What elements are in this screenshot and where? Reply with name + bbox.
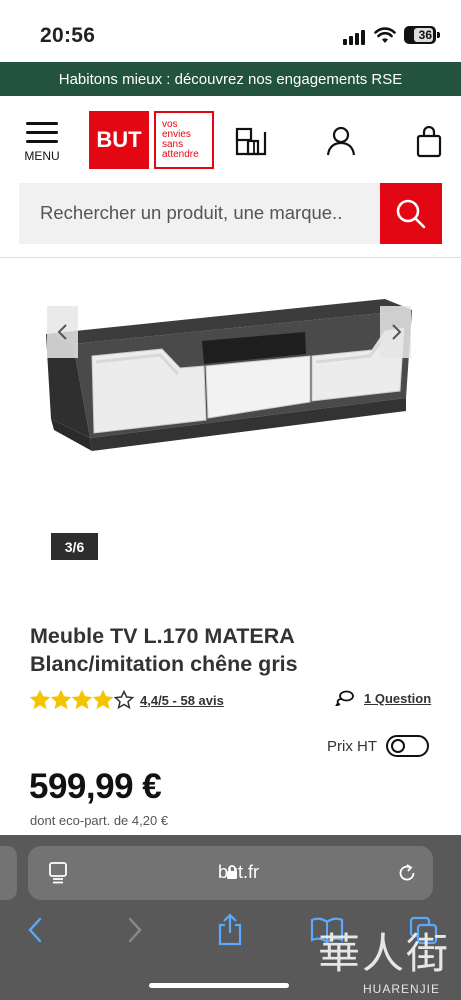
star-filled-icon [30,690,50,710]
rating-stars [30,690,134,710]
questions-link[interactable]: 1 Question [335,690,431,706]
address-bar[interactable]: but.fr [28,846,433,900]
wifi-icon [374,27,396,49]
watermark-en: HUARENJIE [363,982,441,996]
account-icon[interactable] [326,126,356,161]
search-icon[interactable] [395,198,427,230]
prix-ht-toggle[interactable] [386,735,429,757]
gallery-next-button[interactable] [380,306,411,358]
hamburger-icon[interactable] [22,122,62,143]
rse-banner[interactable]: Habitons mieux : découvrez nos engagemen… [0,62,461,96]
previous-tab-preview[interactable] [0,846,17,900]
product-price: 599,99 € [29,767,162,806]
watermark-cn: 華人街 [318,929,451,978]
rse-banner-text[interactable]: Habitons mieux : découvrez nos engagemen… [59,71,403,88]
chevron-right-icon[interactable] [389,322,403,342]
url-domain[interactable]: but.fr [202,862,259,882]
eco-participation: dont eco-part. de 4,20 € [30,813,169,828]
watermark: 華人街 HUARENJIE [318,920,460,1000]
star-filled-icon [51,690,71,710]
search-bar: Rechercher un produit, une marque.. [19,183,442,244]
battery-level: 36 [418,28,432,42]
forward-icon[interactable] [124,916,144,944]
product-title-line2: Blanc/imitation chêne gris [30,652,298,676]
battery-tip [437,32,440,38]
product-rating[interactable]: 4,4/5 - 58 avis [30,690,224,710]
status-bar: 20:56 36 [0,0,461,62]
product-title-line1: Meuble TV L.170 MATERA [30,624,295,648]
prix-ht-toggle-row[interactable]: Prix HT [327,735,429,757]
menu-label[interactable]: MENU [22,149,62,163]
logo-mark[interactable]: BUT [89,111,149,169]
logo-tagline[interactable]: vos envies sans attendre [154,111,214,169]
gallery-prev-button[interactable] [47,306,78,358]
share-icon[interactable] [216,913,244,947]
cellular-signal-icon [343,30,365,45]
question-count[interactable]: 1 Question [364,691,431,706]
cart-icon[interactable] [416,125,442,163]
reload-icon[interactable] [396,862,418,884]
prix-ht-label: Prix HT [327,737,377,755]
home-indicator [149,983,289,988]
tagline-word: attendre [162,149,199,160]
menu-button[interactable]: MENU [22,122,62,163]
star-filled-icon [93,690,113,710]
search-button[interactable] [380,183,442,244]
rating-link[interactable]: 4,4/5 - 58 avis [140,693,224,708]
gallery-counter: 3/6 [51,533,98,560]
store-icon[interactable] [234,126,268,161]
chat-bubbles-icon [335,690,354,706]
back-icon[interactable] [26,916,46,944]
but-logo[interactable]: BUT vos envies sans attendre [89,111,214,169]
search-input[interactable]: Rechercher un produit, une marque.. [19,183,380,244]
status-time: 20:56 [40,24,96,47]
star-filled-icon [72,690,92,710]
url-text[interactable]: but.fr [28,862,433,883]
chevron-left-icon[interactable] [56,322,70,342]
battery-icon: 36 [404,26,436,44]
product-title: Meuble TV L.170 MATERA Blanc/imitation c… [30,622,430,678]
site-header: MENU BUT vos envies sans attendre [0,96,461,186]
star-empty-icon [114,690,134,710]
